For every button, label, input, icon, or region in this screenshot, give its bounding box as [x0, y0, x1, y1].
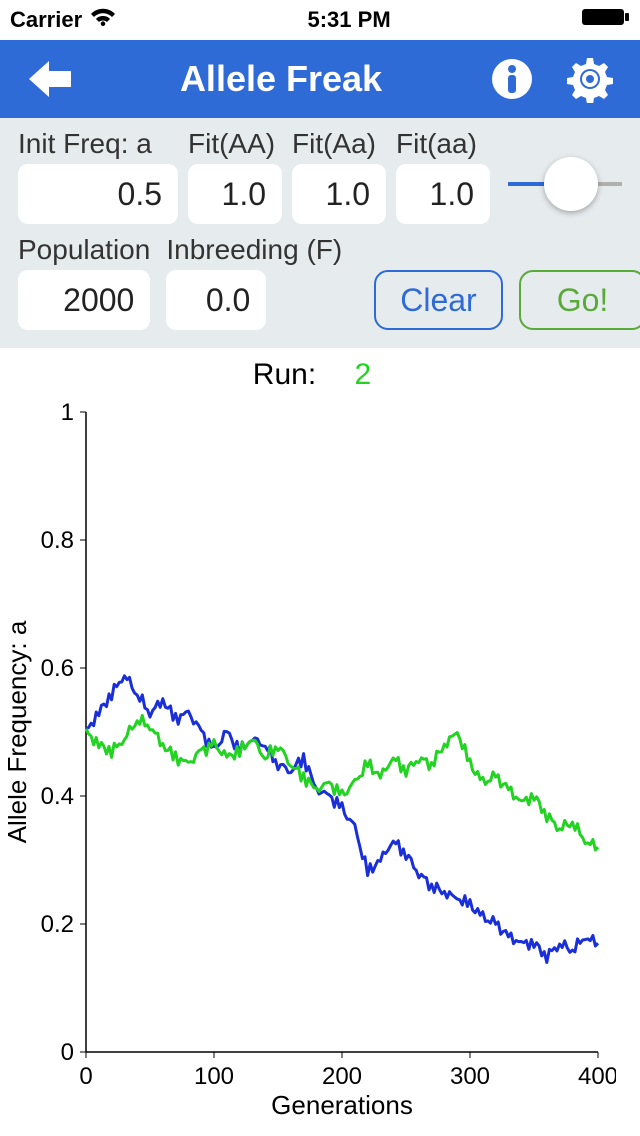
svg-text:0.2: 0.2 — [41, 911, 74, 938]
fit-Aa-input[interactable] — [292, 164, 386, 224]
svg-text:0.4: 0.4 — [41, 783, 74, 810]
wifi-icon — [90, 7, 116, 33]
svg-text:Allele Frequency: a: Allele Frequency: a — [8, 620, 32, 843]
fit-aa-input[interactable] — [396, 164, 490, 224]
fit-aa-label: Fit(aa) — [396, 128, 490, 160]
svg-text:0.6: 0.6 — [41, 655, 74, 682]
status-bar: Carrier 5:31 PM — [0, 0, 640, 40]
app-title: Allele Freak — [80, 58, 482, 100]
population-input[interactable] — [18, 270, 150, 330]
back-button[interactable] — [20, 49, 80, 109]
svg-text:0: 0 — [79, 1063, 92, 1090]
clock: 5:31 PM — [308, 7, 391, 33]
inbreeding-label: Inbreeding (F) — [166, 234, 342, 266]
init-freq-input[interactable] — [18, 164, 178, 224]
slider[interactable] — [508, 144, 622, 224]
inbreeding-input[interactable] — [166, 270, 266, 330]
svg-text:200: 200 — [322, 1063, 362, 1090]
chart-area: Run: 2 0 0.2 0.4 0.6 0.8 1 0 100 200 300 400 Genera… — [0, 348, 640, 1127]
chart: 0 0.2 0.4 0.6 0.8 1 0 100 200 300 400 Generations Al… — [8, 392, 616, 1122]
run-number: 2 — [355, 358, 372, 391]
info-button[interactable] — [482, 49, 542, 109]
fit-Aa-label: Fit(Aa) — [292, 128, 386, 160]
svg-text:0: 0 — [61, 1039, 74, 1066]
svg-text:0.8: 0.8 — [41, 527, 74, 554]
init-freq-label: Init Freq: a — [18, 128, 178, 160]
svg-text:Generations: Generations — [271, 1090, 413, 1120]
fit-AA-label: Fit(AA) — [188, 128, 282, 160]
battery-icon — [582, 7, 630, 33]
go-button[interactable]: Go! — [519, 270, 640, 330]
svg-text:100: 100 — [194, 1063, 234, 1090]
slider-thumb[interactable] — [544, 157, 598, 211]
controls-panel: Init Freq: a Fit(AA) Fit(Aa) Fit(aa) Pop… — [0, 118, 640, 348]
run-label: Run: — [253, 358, 316, 391]
population-label: Population — [18, 234, 150, 266]
svg-text:300: 300 — [450, 1063, 490, 1090]
run-indicator: Run: 2 — [8, 358, 616, 392]
svg-text:1: 1 — [61, 399, 74, 426]
clear-button[interactable]: Clear — [374, 270, 502, 330]
nav-bar: Allele Freak — [0, 40, 640, 118]
carrier-label: Carrier — [10, 7, 82, 33]
fit-AA-input[interactable] — [188, 164, 282, 224]
svg-text:400: 400 — [578, 1063, 616, 1090]
settings-button[interactable] — [560, 49, 620, 109]
